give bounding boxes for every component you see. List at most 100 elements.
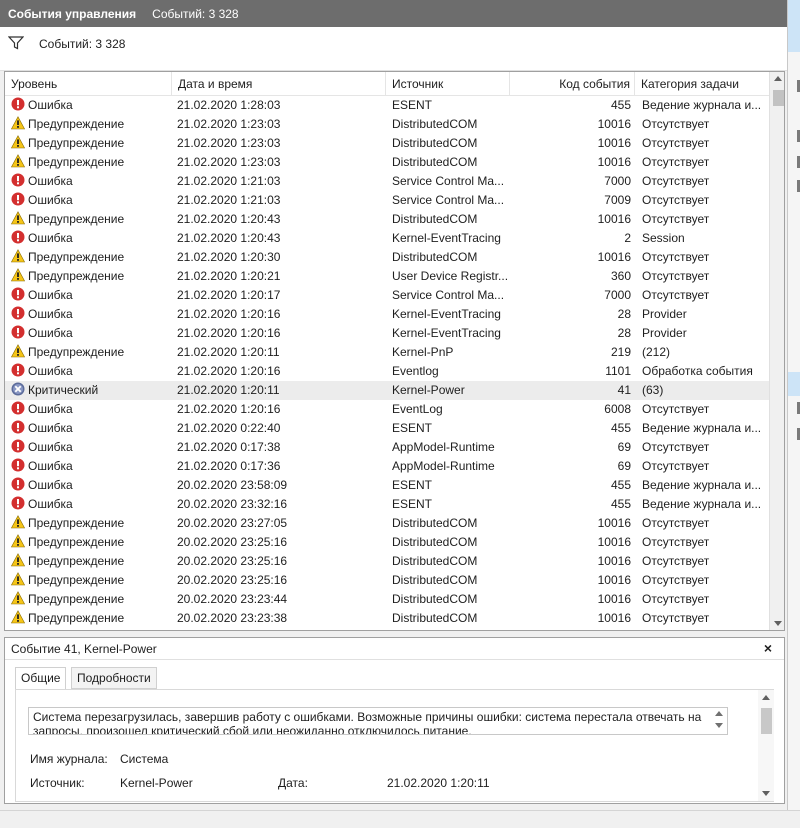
level-text: Ошибка (28, 98, 73, 112)
table-vertical-scrollbar[interactable] (769, 72, 784, 630)
level-cell: Предупреждение (11, 533, 171, 552)
source-cell: DistributedCOM (392, 554, 478, 568)
chevron-up-icon[interactable] (715, 711, 723, 716)
event-code-cell: 41 (617, 383, 631, 397)
table-row[interactable]: Ошибка 21.02.2020 1:20:16 Eventlog 1101 Обра… (5, 362, 769, 381)
level-cell: Предупреждение (11, 115, 171, 134)
source-cell: Kernel-PnP (392, 345, 454, 359)
level-text: Предупреждение (28, 136, 125, 150)
level-text: Критический (28, 383, 99, 397)
date-cell: 21.02.2020 1:20:16 (177, 326, 281, 340)
source-cell: User Device Registr... (392, 269, 509, 283)
detail-vertical-scrollbar[interactable] (758, 690, 774, 801)
level-text: Ошибка (28, 459, 73, 473)
scroll-up-arrow-icon[interactable] (762, 695, 770, 700)
event-code-cell: 10016 (597, 212, 631, 226)
table-row[interactable]: Предупреждение 21.02.2020 1:20:30 Distribu… (5, 248, 769, 267)
table-row[interactable]: Ошибка 21.02.2020 1:21:03 Service Control … (5, 191, 769, 210)
column-header-date[interactable]: Дата и время (172, 72, 386, 96)
chevron-down-icon[interactable] (715, 723, 723, 728)
task-category-cell: Ведение журнала и... (642, 497, 762, 511)
table-row[interactable]: Предупреждение 20.02.2020 23:23:38 Distrib… (5, 609, 769, 628)
description-scroll-arrows[interactable] (712, 709, 726, 733)
table-row[interactable]: Ошибка 21.02.2020 0:17:36 AppModel-Runtime… (5, 457, 769, 476)
date-cell: 21.02.2020 1:20:30 (177, 250, 281, 264)
table-row[interactable]: Ошибка 21.02.2020 1:20:43 Kernel-EventTrac… (5, 229, 769, 248)
table-row[interactable]: Предупреждение 20.02.2020 23:25:16 Distrib… (5, 533, 769, 552)
date-cell: 21.02.2020 1:20:16 (177, 364, 281, 378)
level-cell: Предупреждение (11, 571, 171, 590)
table-row[interactable]: Ошибка 21.02.2020 1:21:03 Service Control … (5, 172, 769, 191)
level-text: Предупреждение (28, 345, 125, 359)
level-cell: Ошибка (11, 191, 171, 210)
task-category-cell: Отсутствует (642, 592, 710, 606)
scroll-up-arrow-icon[interactable] (774, 76, 782, 81)
table-row[interactable]: Предупреждение 20.02.2020 23:27:05 Distrib… (5, 514, 769, 533)
level-text: Ошибка (28, 364, 73, 378)
table-row[interactable]: Предупреждение 20.02.2020 23:25:16 Distrib… (5, 552, 769, 571)
table-row[interactable]: Предупреждение 21.02.2020 1:20:11 Kernel-P… (5, 343, 769, 362)
event-code-cell: 10016 (597, 117, 631, 131)
level-text: Предупреждение (28, 269, 125, 283)
task-category-cell: Отсутствует (642, 459, 710, 473)
task-category-cell: Отсутствует (642, 269, 710, 283)
level-text: Предупреждение (28, 592, 125, 606)
table-row[interactable]: Ошибка 21.02.2020 1:20:16 EventLog 6008 Отсу… (5, 400, 769, 419)
level-cell: Предупреждение (11, 267, 171, 286)
table-row[interactable]: Ошибка 21.02.2020 1:20:16 Kernel-EventTrac… (5, 324, 769, 343)
scroll-thumb[interactable] (761, 708, 772, 734)
event-description-box[interactable]: Система перезагрузилась, завершив работу… (28, 707, 728, 735)
source-cell: ESENT (392, 98, 433, 112)
table-row[interactable]: Предупреждение 20.02.2020 23:23:44 Distrib… (5, 590, 769, 609)
level-cell: Ошибка (11, 324, 171, 343)
table-row[interactable]: Ошибка 21.02.2020 1:20:17 Service Control … (5, 286, 769, 305)
event-code-cell: 7000 (604, 174, 631, 188)
column-header-source[interactable]: Источник (386, 72, 510, 96)
table-row[interactable]: Предупреждение 21.02.2020 1:23:03 Distribu… (5, 134, 769, 153)
table-row[interactable]: Предупреждение 21.02.2020 1:20:21 User Dev… (5, 267, 769, 286)
source-cell: DistributedCOM (392, 592, 478, 606)
tab-general[interactable]: Общие (15, 667, 67, 690)
source-cell: ESENT (392, 478, 433, 492)
scroll-thumb[interactable] (773, 90, 784, 106)
actions-pane-edge[interactable] (787, 0, 800, 810)
column-header-level[interactable]: Уровень (5, 72, 172, 96)
scroll-down-arrow-icon[interactable] (774, 621, 782, 626)
level-cell: Предупреждение (11, 343, 171, 362)
scroll-down-arrow-icon[interactable] (762, 791, 770, 796)
level-cell: Ошибка (11, 96, 171, 115)
task-category-cell: Отсутствует (642, 212, 710, 226)
table-row[interactable]: Предупреждение 20.02.2020 23:25:16 Distrib… (5, 571, 769, 590)
table-row[interactable]: Ошибка 21.02.2020 1:20:16 Kernel-EventTrac… (5, 305, 769, 324)
source-cell: DistributedCOM (392, 573, 478, 587)
close-icon[interactable]: × (761, 641, 775, 655)
warning-icon (11, 591, 25, 605)
table-row[interactable]: Критический 21.02.2020 1:20:11 Kernel-Powe… (5, 381, 769, 400)
date-cell: 21.02.2020 0:17:38 (177, 440, 281, 454)
task-category-cell: Отсутствует (642, 516, 710, 530)
table-row[interactable]: Предупреждение 21.02.2020 1:23:03 Distribu… (5, 115, 769, 134)
task-category-cell: Отсутствует (642, 402, 710, 416)
table-row[interactable]: Ошибка 21.02.2020 0:17:38 AppModel-Runtime… (5, 438, 769, 457)
table-row[interactable]: Предупреждение 21.02.2020 1:23:03 Distribu… (5, 153, 769, 172)
table-row[interactable]: Ошибка 20.02.2020 23:32:16 ESENT 455 Ведение… (5, 495, 769, 514)
level-text: Ошибка (28, 307, 73, 321)
source-label: Источник: (30, 776, 85, 790)
task-category-cell: Provider (642, 326, 687, 340)
date-cell: 21.02.2020 1:20:11 (177, 383, 280, 397)
column-header-event-code[interactable]: Код события (510, 72, 635, 96)
error-icon (11, 192, 25, 206)
task-category-cell: Provider (642, 307, 687, 321)
date-cell: 20.02.2020 23:25:16 (177, 554, 288, 568)
error-icon (11, 230, 25, 244)
table-row[interactable]: Ошибка 20.02.2020 23:58:09 ESENT 455 Ведение… (5, 476, 769, 495)
date-cell: 21.02.2020 1:23:03 (177, 155, 281, 169)
table-row[interactable]: Ошибка 21.02.2020 1:28:03 ESENT 455 Ведение … (5, 96, 769, 115)
tab-details[interactable]: Подробности (71, 667, 157, 689)
date-cell: 20.02.2020 23:58:09 (177, 478, 288, 492)
column-header-task-category[interactable]: Категория задачи (635, 72, 769, 96)
filter-icon[interactable] (8, 36, 24, 50)
table-row[interactable]: Предупреждение 21.02.2020 1:20:43 Distribu… (5, 210, 769, 229)
table-row[interactable]: Ошибка 21.02.2020 0:22:40 ESENT 455 Ведение … (5, 419, 769, 438)
event-code-cell: 1101 (605, 364, 631, 378)
